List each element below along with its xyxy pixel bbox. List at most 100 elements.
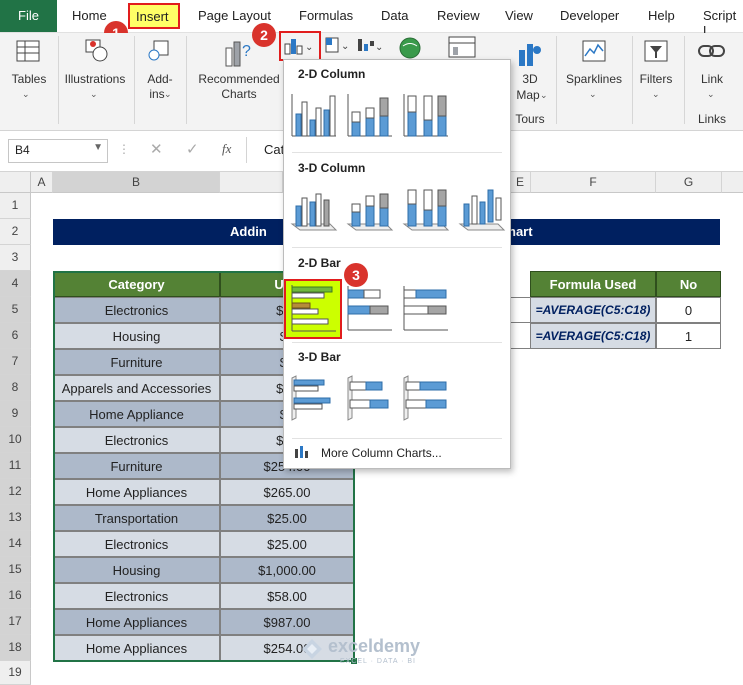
category-cell[interactable]: Apparels and Accessories — [53, 375, 220, 401]
sparklines-button[interactable]: Sparklines — [563, 72, 625, 87]
100-stacked-column-chart-icon[interactable] — [402, 90, 450, 141]
cell-e6[interactable] — [510, 323, 530, 349]
column-chart-icon[interactable]: ⌄ — [284, 36, 316, 59]
no-cell[interactable]: 0 — [656, 297, 721, 323]
row-header[interactable]: 12 — [0, 479, 31, 505]
link-chevron-icon[interactable]: ⌄ — [707, 87, 715, 102]
row-header[interactable]: 14 — [0, 531, 31, 557]
unit-cell[interactable]: $987.00 — [220, 609, 354, 635]
more-charts-icon[interactable] — [294, 445, 312, 462]
row-header[interactable]: 9 — [0, 401, 31, 427]
unit-cell[interactable]: $265.00 — [220, 479, 354, 505]
no-cell[interactable]: 1 — [656, 323, 721, 349]
link-icon[interactable] — [698, 42, 726, 63]
category-cell[interactable]: Furniture — [53, 349, 220, 375]
addins-chevron-icon[interactable]: ⌄ — [164, 87, 172, 102]
enter-icon[interactable]: ✓ — [186, 140, 199, 158]
row-header[interactable]: 4 — [0, 271, 31, 297]
insert-function-button[interactable]: fx — [222, 141, 231, 157]
3d-stacked-bar-chart-icon[interactable] — [346, 374, 394, 425]
3d-100-stacked-column-chart-icon[interactable] — [402, 184, 450, 235]
row-header[interactable]: 15 — [0, 557, 31, 583]
tab-view[interactable]: View — [505, 8, 533, 23]
row-header[interactable]: 13 — [0, 505, 31, 531]
row-header[interactable]: 10 — [0, 427, 31, 453]
sparklines-icon[interactable] — [582, 40, 606, 67]
tab-developer[interactable]: Developer — [560, 8, 619, 23]
unit-cell[interactable]: $25.00 — [220, 505, 354, 531]
row-header[interactable]: 19 — [0, 661, 31, 685]
100-stacked-bar-chart-icon[interactable] — [402, 284, 450, 335]
illustrations-icon[interactable] — [84, 38, 110, 67]
filters-chevron-icon[interactable]: ⌄ — [652, 87, 660, 102]
row-header[interactable]: 6 — [0, 323, 31, 349]
recommended-charts-label-2[interactable]: Charts — [196, 87, 282, 102]
formula-cell[interactable]: =AVERAGE(C5:C18) — [530, 323, 656, 349]
tab-insert[interactable]: Insert — [136, 9, 169, 24]
tab-formulas[interactable]: Formulas — [299, 8, 353, 23]
3d-clustered-bar-chart-icon[interactable] — [290, 374, 338, 425]
waterfall-chart-icon[interactable]: ⌄ — [355, 36, 385, 59]
3d-100-stacked-bar-chart-icon[interactable] — [402, 374, 450, 425]
addins-icon[interactable] — [146, 38, 172, 67]
filters-button[interactable]: Filters — [636, 72, 676, 87]
category-cell[interactable]: Electronics — [53, 427, 220, 453]
category-cell[interactable]: Home Appliances — [53, 635, 220, 661]
category-cell[interactable]: Furniture — [53, 453, 220, 479]
addins-label-1[interactable]: Add- — [142, 72, 178, 87]
tab-review[interactable]: Review — [437, 8, 480, 23]
unit-cell[interactable]: $25.00 — [220, 531, 354, 557]
tab-data[interactable]: Data — [381, 8, 408, 23]
category-cell[interactable]: Home Appliances — [53, 479, 220, 505]
row-header[interactable]: 3 — [0, 245, 31, 271]
cancel-icon[interactable]: ✕ — [150, 140, 163, 158]
clustered-bar-chart-icon[interactable] — [286, 281, 340, 337]
illustrations-chevron-icon[interactable]: ⌄ — [90, 87, 98, 102]
row-header[interactable]: 8 — [0, 375, 31, 401]
tab-help[interactable]: Help — [648, 8, 675, 23]
category-cell[interactable]: Home Appliance — [53, 401, 220, 427]
link-button[interactable]: Link — [696, 72, 728, 87]
3d-clustered-column-chart-icon[interactable] — [290, 184, 338, 235]
column-header-c[interactable] — [220, 172, 283, 193]
name-box-dropdown-icon[interactable]: ▼ — [93, 142, 103, 153]
category-cell[interactable]: Electronics — [53, 297, 220, 323]
column-header-h[interactable] — [722, 172, 743, 193]
file-tab[interactable]: File — [0, 0, 57, 32]
illustrations-button[interactable]: Illustrations — [62, 72, 128, 87]
category-cell[interactable]: Home Appliances — [53, 609, 220, 635]
row-header[interactable]: 5 — [0, 297, 31, 323]
unit-cell[interactable]: $58.00 — [220, 583, 354, 609]
category-cell[interactable]: Electronics — [53, 583, 220, 609]
category-cell[interactable]: Transportation — [53, 505, 220, 531]
cell-e5[interactable] — [510, 297, 530, 323]
category-cell[interactable]: Electronics — [53, 531, 220, 557]
formula-input[interactable]: Cat — [264, 142, 284, 157]
category-cell[interactable]: Housing — [53, 557, 220, 583]
stacked-bar-chart-icon[interactable] — [346, 284, 394, 335]
column-header-f[interactable]: F — [531, 172, 656, 193]
category-cell[interactable]: Housing — [53, 323, 220, 349]
row-header[interactable]: 7 — [0, 349, 31, 375]
tab-page-layout[interactable]: Page Layout — [198, 8, 271, 23]
insert-tab-highlight[interactable]: Insert — [128, 3, 180, 29]
3d-map-chevron-icon[interactable]: ⌄ — [540, 88, 548, 103]
column-header-g[interactable]: G — [656, 172, 722, 193]
3d-map-icon[interactable] — [517, 40, 543, 71]
stacked-column-chart-icon[interactable] — [346, 90, 394, 141]
tables-button[interactable]: Tables — [8, 72, 50, 87]
3d-stacked-column-chart-icon[interactable] — [346, 184, 394, 235]
row-header[interactable]: 16 — [0, 583, 31, 609]
row-header[interactable]: 17 — [0, 609, 31, 635]
clustered-bar-chart-option[interactable] — [284, 279, 342, 339]
column-header-e[interactable]: E — [510, 172, 531, 193]
tables-icon[interactable] — [16, 40, 40, 65]
sparklines-chevron-icon[interactable]: ⌄ — [589, 87, 597, 102]
filters-icon[interactable] — [644, 40, 668, 67]
formula-cell[interactable]: =AVERAGE(C5:C18) — [530, 297, 656, 323]
row-header[interactable]: 18 — [0, 635, 31, 661]
recommended-charts-label-1[interactable]: Recommended — [196, 72, 282, 87]
recommended-charts-icon[interactable]: ? — [224, 38, 256, 71]
tables-chevron-icon[interactable]: ⌄ — [22, 87, 30, 102]
unit-cell[interactable]: $1,000.00 — [220, 557, 354, 583]
